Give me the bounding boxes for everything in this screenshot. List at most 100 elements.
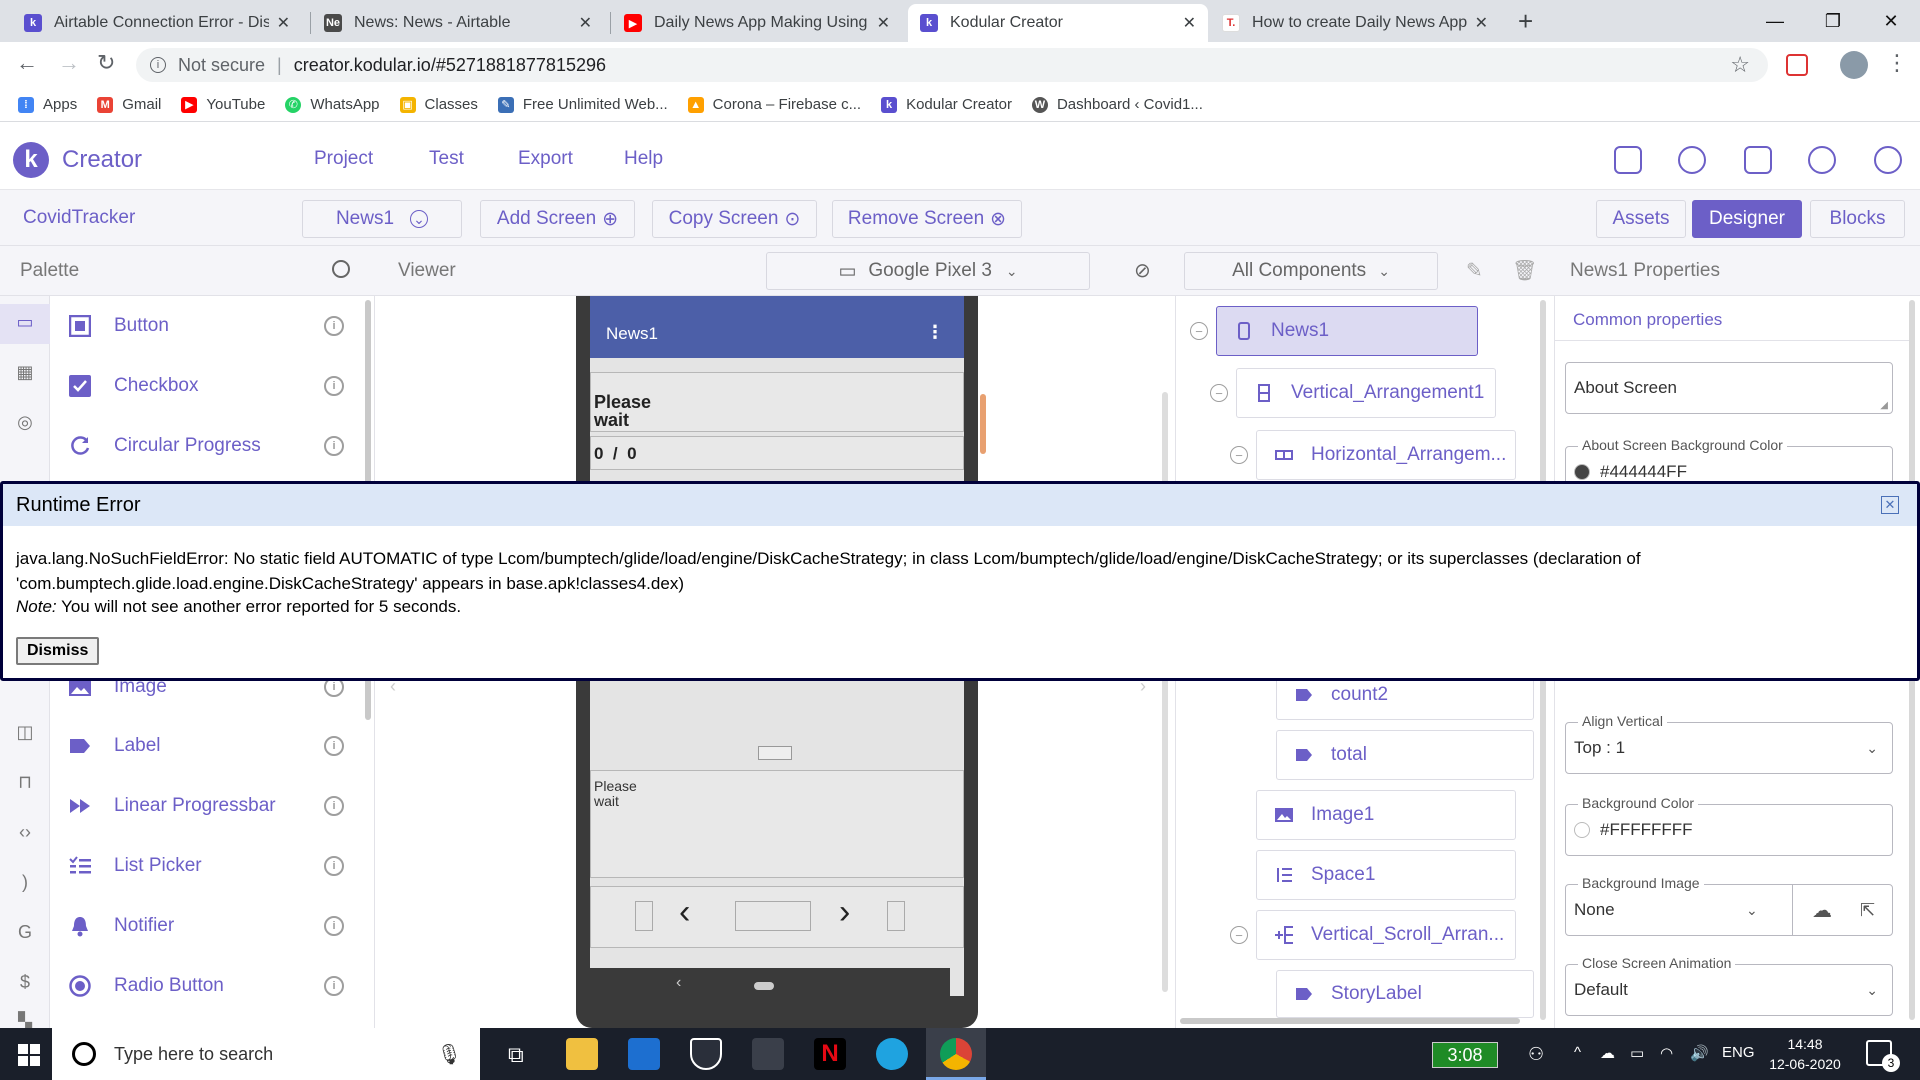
mail-icon[interactable] xyxy=(628,1038,660,1070)
documentation-icon[interactable] xyxy=(1744,146,1772,174)
kodular-logo-icon[interactable]: k xyxy=(13,142,49,178)
briefcase-icon[interactable]: ⊓ xyxy=(13,772,37,796)
taskbar-clock[interactable]: 14:48 12-06-2020 xyxy=(1765,1034,1845,1074)
collapse-icon[interactable]: − xyxy=(1190,322,1208,340)
new-tab-icon[interactable]: + xyxy=(1518,6,1533,37)
palette-item-button[interactable]: Button i xyxy=(68,306,358,346)
tree-item-space1[interactable]: Space1 xyxy=(1256,850,1516,900)
info-icon[interactable]: i xyxy=(150,57,166,73)
bookmark-classes[interactable]: ▣ Classes xyxy=(399,96,478,113)
bookmark-youtube[interactable]: ▶ YouTube xyxy=(181,96,265,113)
menu-test[interactable]: Test xyxy=(429,148,464,170)
components-filter[interactable]: All Components ⌄ xyxy=(1184,252,1438,290)
bookmark-star-icon[interactable]: ☆ xyxy=(1730,52,1750,78)
task-view-icon[interactable]: ⧉ xyxy=(508,1042,524,1068)
code-icon[interactable]: ‹› xyxy=(13,822,37,846)
search-icon[interactable] xyxy=(332,260,350,278)
reload-icon[interactable]: ↻ xyxy=(97,50,115,76)
resize-grip-icon[interactable]: ◢ xyxy=(1880,400,1888,411)
palette-item-checkbox[interactable]: Checkbox i xyxy=(68,366,358,406)
browser-tab[interactable]: k Airtable Connection Error - Discu ✕ xyxy=(12,4,302,42)
media-icon[interactable]: ◎ xyxy=(13,412,37,436)
bookmark-kodular[interactable]: k Kodular Creator xyxy=(881,96,1012,113)
close-tab-icon[interactable]: ✕ xyxy=(1183,13,1196,33)
copy-screen-button[interactable]: Copy Screen ⊙ xyxy=(652,200,817,238)
file-explorer-icon[interactable] xyxy=(566,1038,598,1070)
wifi-icon[interactable]: ◠ xyxy=(1660,1044,1673,1062)
bookmark-whatsapp[interactable]: ✆ WhatsApp xyxy=(285,96,380,113)
cloud-upload-icon[interactable]: ☁ xyxy=(1812,898,1832,923)
palette-item-label[interactable]: Label i xyxy=(68,726,358,766)
tree-horizontal-scrollbar[interactable] xyxy=(1180,1018,1520,1024)
windows-start-icon[interactable] xyxy=(18,1044,40,1066)
info-icon[interactable]: i xyxy=(324,796,344,816)
dismiss-button[interactable]: Dismiss xyxy=(16,637,100,665)
open-external-icon[interactable]: ⇱ xyxy=(1860,900,1875,921)
layout-icon[interactable]: ▦ xyxy=(13,362,37,386)
projects-folder-icon[interactable] xyxy=(1614,146,1642,174)
monetization-icon[interactable]: $ xyxy=(13,972,37,996)
bookmark-firebase[interactable]: ▲ Corona – Firebase c... xyxy=(687,96,861,113)
rss-icon[interactable]: ) xyxy=(13,872,37,896)
palette-item-radio-button[interactable]: Radio Button i xyxy=(68,966,358,1006)
user-interface-icon[interactable]: ▭ xyxy=(13,312,37,336)
url-text[interactable]: creator.kodular.io/#5271881877815296 xyxy=(294,55,606,76)
close-tab-icon[interactable]: ✕ xyxy=(877,13,890,33)
google-icon[interactable]: G xyxy=(13,922,37,946)
screen-select[interactable]: News1 ⌄ xyxy=(302,200,462,238)
add-screen-button[interactable]: Add Screen ⊕ xyxy=(480,200,635,238)
remove-screen-button[interactable]: Remove Screen ⊗ xyxy=(832,200,1022,238)
address-bar[interactable]: i Not secure | creator.kodular.io/#52718… xyxy=(136,48,1768,82)
tree-item-vertical-scroll[interactable]: Vertical_Scroll_Arran... xyxy=(1256,910,1516,960)
info-icon[interactable]: i xyxy=(324,316,344,336)
browser-tab[interactable]: T. How to create Daily News App w ✕ xyxy=(1210,4,1500,42)
properties-section-title[interactable]: Common properties xyxy=(1573,310,1722,330)
profile-avatar[interactable] xyxy=(1840,51,1868,79)
info-icon[interactable]: i xyxy=(324,856,344,876)
volume-icon[interactable]: 🔊 xyxy=(1690,1044,1709,1062)
blocks-button[interactable]: Blocks xyxy=(1810,200,1905,238)
battery-timer[interactable]: 3:08 xyxy=(1432,1042,1498,1068)
browser-tab[interactable]: Ne News: News - Airtable ✕ xyxy=(312,4,604,42)
storage-icon[interactable]: ◫ xyxy=(13,722,37,746)
close-tab-icon[interactable]: ✕ xyxy=(277,13,290,33)
battery-icon[interactable]: ▭ xyxy=(1630,1044,1644,1062)
language-indicator[interactable]: ENG xyxy=(1722,1044,1755,1061)
palette-item-linear-progressbar[interactable]: Linear Progressbar i xyxy=(68,786,358,826)
bookmark-gmail[interactable]: M Gmail xyxy=(97,96,161,113)
designer-button[interactable]: Designer xyxy=(1692,200,1802,238)
taskbar-search[interactable]: Type here to search 🎙 xyxy=(52,1028,480,1080)
bookmark-free-web[interactable]: ✎ Free Unlimited Web... xyxy=(497,96,668,113)
tree-item-image1[interactable]: Image1 xyxy=(1256,790,1516,840)
security-shield-icon[interactable] xyxy=(690,1038,722,1070)
restore-icon[interactable]: ❐ xyxy=(1810,4,1856,38)
palette-item-list-picker[interactable]: List Picker i xyxy=(68,846,358,886)
about-screen-field[interactable]: About Screen ◢ xyxy=(1565,362,1893,414)
collapse-icon[interactable]: − xyxy=(1210,384,1228,402)
store-icon[interactable] xyxy=(752,1038,784,1070)
collapse-icon[interactable]: − xyxy=(1230,926,1248,944)
delete-icon[interactable]: 🗑 xyxy=(1512,258,1537,283)
billing-dollar-icon[interactable] xyxy=(1808,146,1836,174)
edge-icon[interactable] xyxy=(876,1038,908,1070)
browser-menu-icon[interactable]: ⋮ xyxy=(1886,50,1908,76)
tree-item-news1[interactable]: News1 xyxy=(1216,306,1478,356)
action-center-icon[interactable]: 3 xyxy=(1866,1040,1900,1072)
device-select[interactable]: ▭ Google Pixel 3 ⌄ xyxy=(766,252,1090,290)
info-icon[interactable]: i xyxy=(324,436,344,456)
menu-project[interactable]: Project xyxy=(314,148,373,170)
palette-theme-icon[interactable] xyxy=(1678,146,1706,174)
brand-title[interactable]: Creator xyxy=(62,146,142,174)
palette-item-circular-progress[interactable]: Circular Progress i xyxy=(68,426,358,466)
onedrive-icon[interactable]: ☁ xyxy=(1600,1044,1615,1062)
palette-item-notifier[interactable]: Notifier i xyxy=(68,906,358,946)
microphone-icon[interactable]: 🎙 xyxy=(437,1042,462,1067)
tree-item-horizontal-arrangement[interactable]: Horizontal_Arrangem... xyxy=(1256,430,1516,480)
menu-help[interactable]: Help xyxy=(624,148,663,170)
account-icon[interactable] xyxy=(1874,146,1902,174)
chrome-taskbar-active[interactable] xyxy=(926,1028,986,1080)
visibility-off-icon[interactable]: ⊘ xyxy=(1134,258,1151,283)
info-icon[interactable]: i xyxy=(324,736,344,756)
menu-export[interactable]: Export xyxy=(518,148,573,170)
close-icon[interactable]: ✕ xyxy=(1881,496,1899,514)
